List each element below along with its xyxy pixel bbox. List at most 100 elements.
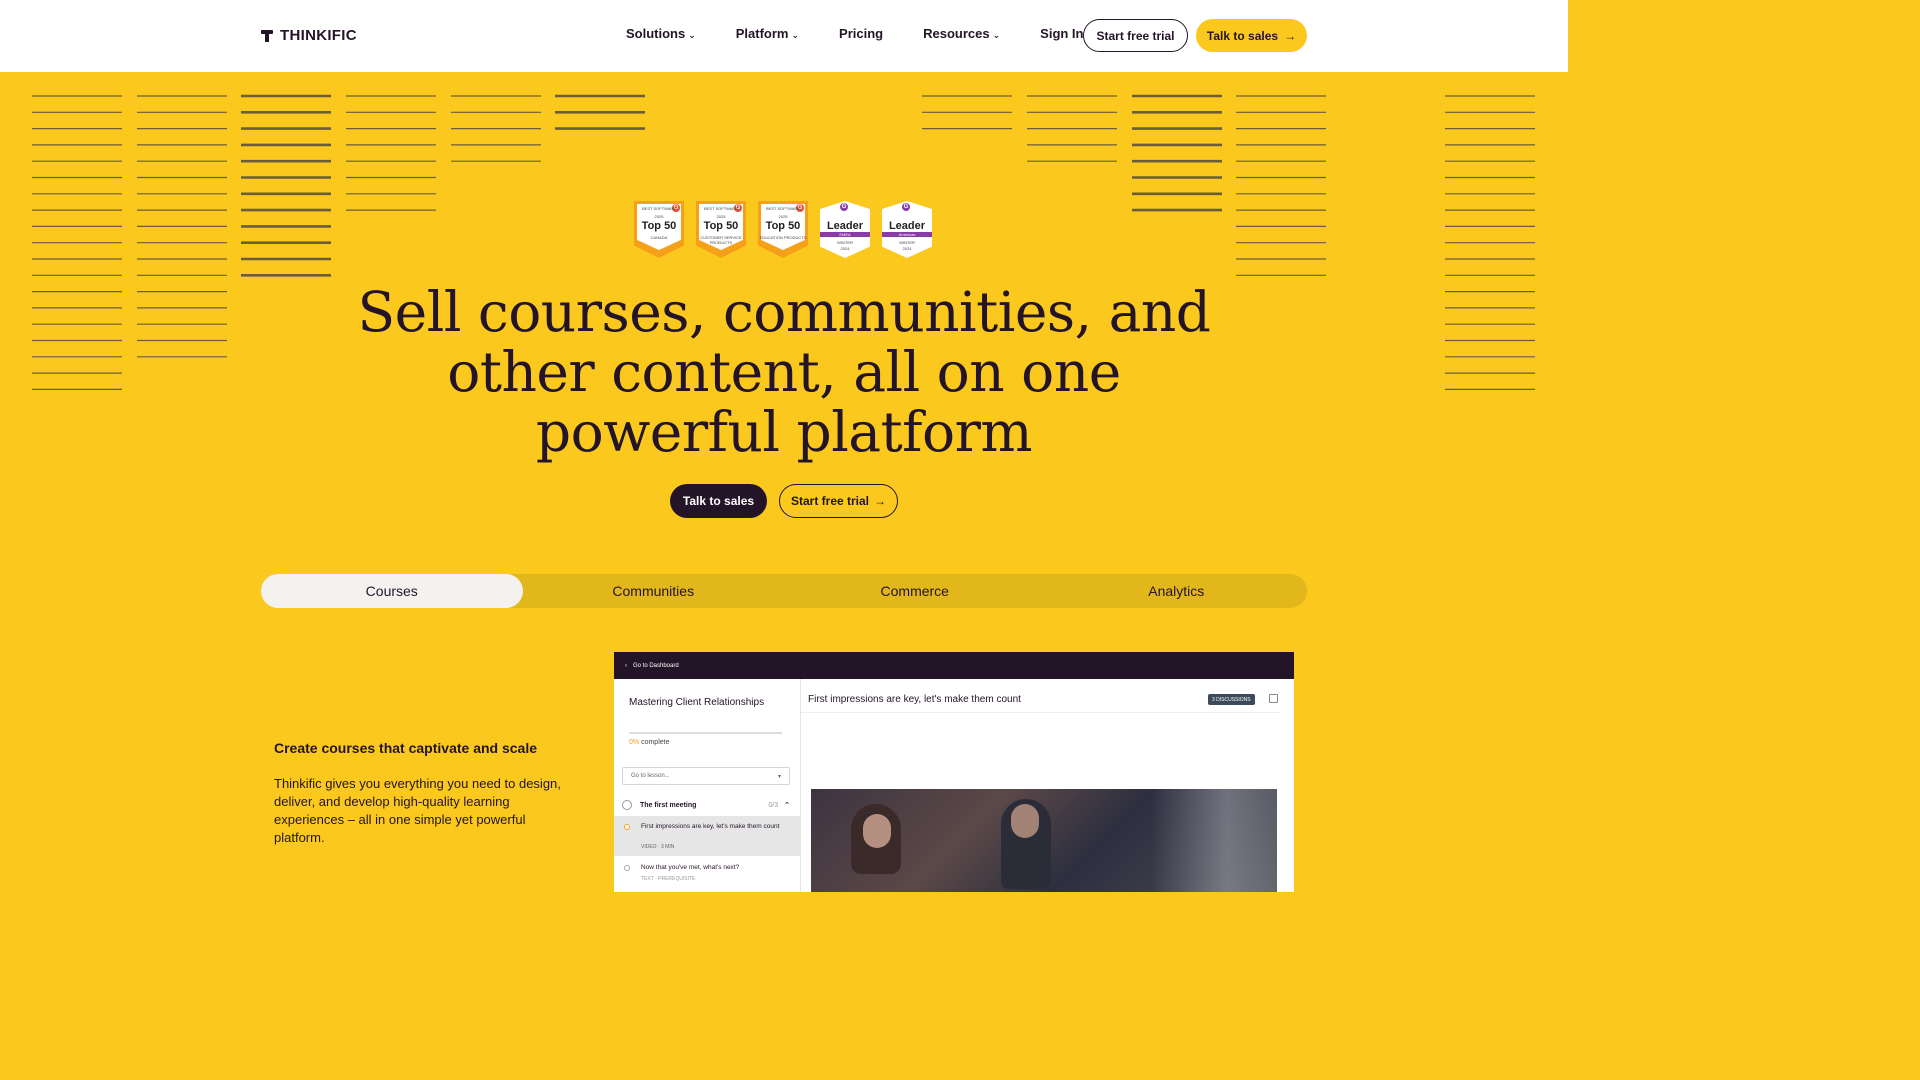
main-nav: Solutions ⌄ Platform ⌄ Pricing Resources… xyxy=(626,26,1124,41)
chevron-up-icon: ⌃ xyxy=(784,802,790,809)
progress-bar xyxy=(629,732,782,734)
tab-communities-label: Communities xyxy=(612,583,695,599)
hero-title: Sell courses, communities, and other con… xyxy=(284,282,1284,462)
nav-platform-label: Platform xyxy=(735,26,789,41)
arrow-right-icon: → xyxy=(874,494,887,508)
badge-top-text: BEST SOFTWARE xyxy=(765,206,800,211)
badge-year: 2024 xyxy=(840,246,850,251)
badge-title: Top 50 xyxy=(703,220,739,232)
badge-year: 2025 xyxy=(778,214,788,219)
chapter-title: The first meeting xyxy=(640,801,697,809)
discussions-label: 3 DISCUSSIONS xyxy=(1212,696,1251,703)
lesson-select-placeholder: Go to lesson... xyxy=(631,773,670,779)
badge-season: WINTER xyxy=(837,240,853,245)
nav-resources[interactable]: Resources ⌄ xyxy=(923,26,1000,41)
product-tabs: Courses Communities Commerce Analytics xyxy=(261,574,1307,608)
header-start-trial-button[interactable]: Start free trial xyxy=(1083,19,1188,52)
g2-badge-top50-customer-service: G BEST SOFTWARE 2025 Top 50 CUSTOMER SER… xyxy=(696,201,746,258)
chapter-count: 0/3 xyxy=(768,801,779,809)
hero-title-line-2: other content, all on one xyxy=(447,340,1121,404)
nav-pricing[interactable]: Pricing xyxy=(839,26,883,41)
g2-badge-leader-americas: G Leader Americas WINTER 2024 xyxy=(882,201,932,258)
video-light xyxy=(1151,789,1277,892)
app-top-bar: ‹ Go to Dashboard xyxy=(614,652,1294,679)
nav-platform[interactable]: Platform ⌄ xyxy=(736,26,799,41)
badge-subtitle: EDUCATION PRODUCTS xyxy=(759,235,807,240)
nav-sign-in-label: Sign In xyxy=(1040,26,1084,41)
badge-subtitle: CANADA xyxy=(650,235,668,240)
badge-region: EMEA xyxy=(820,232,870,237)
site-header: THINKIFIC Solutions ⌄ Platform ⌄ Pricing… xyxy=(0,0,1568,72)
g2-logo-icon: G xyxy=(902,203,910,211)
discussions-button[interactable]: 3 DISCUSSIONS xyxy=(1208,694,1255,705)
header-talk-sales-button[interactable]: Talk to sales → xyxy=(1196,19,1307,52)
badge-year: 2025 xyxy=(716,214,726,219)
tab-commerce-label: Commerce xyxy=(880,583,949,599)
caret-down-icon: ▾ xyxy=(777,773,781,780)
nav-sign-in[interactable]: Sign In xyxy=(1040,26,1083,41)
award-badges: G BEST SOFTWARE 2025 Top 50 CANADA G BES… xyxy=(634,201,932,258)
tab-analytics[interactable]: Analytics xyxy=(1046,574,1308,608)
tab-courses[interactable]: Courses xyxy=(261,574,523,608)
lesson-status-dot-icon xyxy=(624,865,630,871)
g2-logo-icon: G xyxy=(840,203,848,211)
g2-badge-leader-emea: G Leader EMEA WINTER 2024 xyxy=(820,201,870,258)
chevron-left-icon[interactable]: ‹ xyxy=(625,663,627,669)
header-talk-sales-label: Talk to sales xyxy=(1206,28,1279,43)
badge-title: Top 50 xyxy=(765,220,801,232)
hero-title-line-3: powerful platform xyxy=(535,400,1033,464)
badge-year: 2024 xyxy=(902,246,912,251)
course-title: Mastering Client Relationships xyxy=(629,697,765,708)
lesson-item-active[interactable]: First impressions are key, let's make th… xyxy=(614,816,801,856)
badge-region: Americas xyxy=(882,232,932,237)
nav-solutions[interactable]: Solutions ⌄ xyxy=(626,26,696,41)
lesson-select[interactable]: Go to lesson... ▾ xyxy=(622,767,790,785)
hero-talk-sales-label: Talk to sales xyxy=(682,494,755,508)
go-to-dashboard-link[interactable]: Go to Dashboard xyxy=(633,663,679,669)
lesson-meta: VIDEO · 3 MIN xyxy=(641,844,675,850)
lesson-title: First impressions are key, let's make th… xyxy=(641,823,780,830)
badge-title: Leader xyxy=(826,220,864,232)
badge-subtitle: CUSTOMER SERVICE PRODUCTS xyxy=(700,235,742,245)
lesson-item-next[interactable]: Now that you've met, what's next? xyxy=(641,864,739,871)
thinkific-logo[interactable]: THINKIFIC xyxy=(261,27,357,44)
badge-season: WINTER xyxy=(899,240,915,245)
g2-badge-top50-education: G BEST SOFTWARE 2025 Top 50 EDUCATION PR… xyxy=(758,201,808,258)
tab-analytics-label: Analytics xyxy=(1148,583,1205,599)
video-face xyxy=(863,814,891,848)
tab-communities[interactable]: Communities xyxy=(523,574,785,608)
nav-pricing-label: Pricing xyxy=(839,26,884,41)
hero-talk-sales-button[interactable]: Talk to sales xyxy=(670,484,767,518)
arrow-right-icon: → xyxy=(1284,28,1297,43)
tab-courses-label: Courses xyxy=(365,583,418,599)
nav-solutions-label: Solutions xyxy=(626,26,686,41)
chevron-down-icon: ⌄ xyxy=(791,29,800,40)
tab-commerce[interactable]: Commerce xyxy=(784,574,1046,608)
video-face xyxy=(1011,804,1039,838)
logo-text: THINKIFIC xyxy=(280,27,357,44)
lesson-main-title: First impressions are key, let's make th… xyxy=(808,694,1021,705)
progress-percent: 0% xyxy=(629,739,640,746)
lesson-video[interactable] xyxy=(811,789,1277,892)
chapter-header[interactable]: The first meeting 0/3 ⌃ xyxy=(622,797,790,813)
progress-suffix: complete xyxy=(641,739,670,746)
divider xyxy=(801,712,1281,713)
g2-badge-top50-canada: G BEST SOFTWARE 2025 Top 50 CANADA xyxy=(634,201,684,258)
badge-title: Leader xyxy=(888,220,926,232)
chevron-down-icon: ⌄ xyxy=(992,29,1001,40)
chapter-status-circle-icon xyxy=(622,800,632,810)
feature-title: Create courses that captivate and scale xyxy=(274,740,538,756)
chevron-down-icon: ⌄ xyxy=(688,29,696,40)
nav-resources-label: Resources xyxy=(923,26,990,41)
lesson-status-dot-icon xyxy=(624,824,630,830)
badge-year: 2025 xyxy=(654,214,664,219)
expand-icon[interactable] xyxy=(1269,694,1278,703)
course-player-preview: ‹ Go to Dashboard Mastering Client Relat… xyxy=(614,652,1294,892)
feature-body: Thinkific gives you everything you need … xyxy=(274,776,561,845)
progress-label: 0% complete xyxy=(629,739,669,746)
badge-top-text: BEST SOFTWARE xyxy=(641,206,676,211)
hero-title-line-1: Sell courses, communities, and xyxy=(357,280,1212,344)
lesson-meta: TEXT · PREREQUISITE xyxy=(641,876,696,882)
hero-start-trial-button[interactable]: Start free trial → xyxy=(779,484,898,518)
logo-mark-icon xyxy=(261,29,274,43)
